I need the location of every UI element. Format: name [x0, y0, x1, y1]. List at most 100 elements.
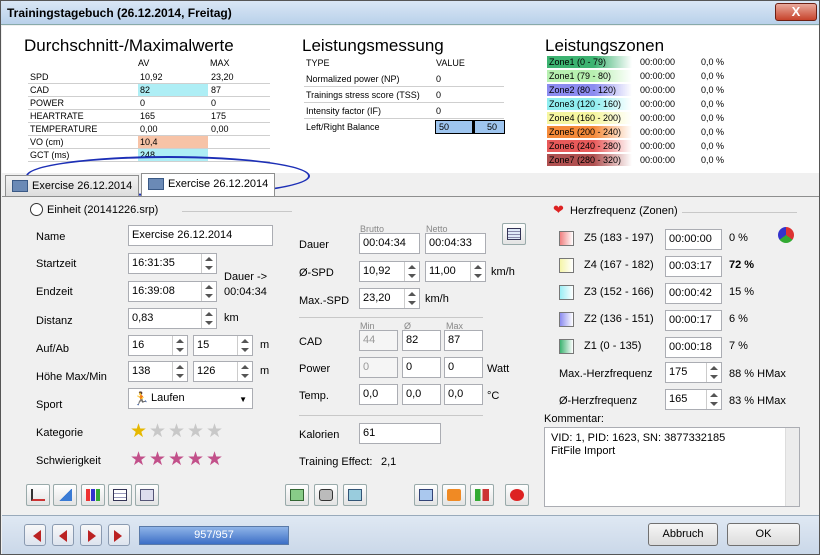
first-record-button[interactable]: [24, 524, 46, 546]
hr-zone-percent: 7 %: [729, 340, 748, 352]
dauer-netto-field[interactable]: 00:04:33: [425, 233, 486, 254]
tab-exercise-1[interactable]: Exercise 26.12.2014: [5, 175, 139, 197]
device-button[interactable]: [314, 484, 338, 506]
first-icon: [33, 530, 41, 542]
star-icon[interactable]: ★: [149, 450, 166, 469]
pie-chart-icon[interactable]: [778, 227, 794, 243]
spinner-icon[interactable]: [201, 254, 215, 273]
start-time-input[interactable]: 16:31:35: [128, 253, 217, 274]
close-button[interactable]: X: [775, 3, 817, 21]
spinner-icon[interactable]: [404, 262, 418, 281]
hr-zone-time[interactable]: 00:00:18: [665, 337, 722, 358]
hr-zone-time[interactable]: 00:00:17: [665, 310, 722, 331]
perf-row-label: Intensity factor (IF): [306, 106, 382, 116]
send-button[interactable]: [343, 484, 367, 506]
spd-label: Ø-SPD: [299, 267, 334, 279]
ascent-input[interactable]: 16: [128, 335, 188, 356]
end-time-input[interactable]: 16:39:08: [128, 281, 217, 302]
avg-hr-input[interactable]: 165: [665, 389, 722, 410]
spinner-icon[interactable]: [237, 336, 251, 355]
star-icon[interactable]: ★: [206, 450, 223, 469]
spinner-icon[interactable]: [237, 362, 251, 381]
star-icon[interactable]: ★: [130, 422, 147, 441]
ok-button[interactable]: OK: [727, 523, 800, 546]
avg-row-label: CAD: [30, 85, 50, 95]
maxspd-input[interactable]: 23,20: [359, 288, 420, 309]
star-icon[interactable]: ★: [130, 450, 147, 469]
delete-button[interactable]: [505, 484, 529, 506]
tab-exercise-2[interactable]: Exercise 26.12.2014: [141, 173, 275, 197]
area-chart-button[interactable]: [53, 484, 77, 506]
line-chart-button[interactable]: [26, 484, 50, 506]
temp-max-field[interactable]: 0,0: [444, 384, 483, 405]
cancel-button[interactable]: Abbruch: [648, 523, 718, 546]
cad-min-field[interactable]: 44: [359, 330, 398, 351]
comment-textarea[interactable]: VID: 1, PID: 1623, SN: 3877332185 FitFil…: [544, 427, 800, 507]
spd-netto-input[interactable]: 11,00: [425, 261, 486, 282]
cad-max-field[interactable]: 87: [444, 330, 483, 351]
max-hr-input[interactable]: 175: [665, 362, 722, 383]
spinner-icon[interactable]: [201, 309, 215, 328]
dauer-brutto-field[interactable]: 00:04:34: [359, 233, 420, 254]
temp-avg-field[interactable]: 0,0: [402, 384, 441, 405]
hr-zone-time[interactable]: 00:00:42: [665, 283, 722, 304]
sport-select[interactable]: 🏃 Laufen ▼: [128, 388, 253, 409]
export-button[interactable]: [135, 484, 159, 506]
spinner-icon[interactable]: [404, 289, 418, 308]
zone-label: Zone1 (79 - 80): [547, 70, 632, 82]
temp-min-field[interactable]: 0,0: [359, 384, 398, 405]
calories-field[interactable]: 61: [359, 423, 441, 444]
dauer-label: Dauer: [299, 239, 329, 251]
comment-line: VID: 1, PID: 1623, SN: 3877332185: [551, 432, 726, 444]
device-icon: [319, 489, 333, 501]
exercise-panel: Einheit (20141226.srp) Name Exercise 26.…: [2, 196, 819, 514]
balance-right: 50: [473, 120, 505, 134]
comment-scrollbar[interactable]: [785, 428, 799, 506]
avg-row-max: 175: [211, 111, 227, 121]
cad-avg-field[interactable]: 82: [402, 330, 441, 351]
spinner-icon[interactable]: [706, 363, 720, 382]
hr-zone-time[interactable]: 00:03:17: [665, 256, 722, 277]
star-icon[interactable]: ★: [149, 422, 166, 441]
spinner-icon[interactable]: [201, 282, 215, 301]
end-label: Endzeit: [36, 286, 73, 298]
spinner-icon[interactable]: [172, 362, 186, 381]
spinner-icon[interactable]: [706, 390, 720, 409]
power-min-field[interactable]: 0: [359, 357, 398, 378]
next-record-button[interactable]: [80, 524, 102, 546]
rss-button[interactable]: [442, 484, 466, 506]
zone-color-swatch: [559, 339, 574, 354]
star-icon[interactable]: ★: [206, 422, 223, 441]
avg-row-av: 10,4: [138, 136, 208, 148]
avg-col-header: AV: [138, 58, 150, 68]
distance-input[interactable]: 0,83: [128, 308, 217, 329]
stats-button[interactable]: [470, 484, 494, 506]
temp-unit: °C: [487, 390, 500, 402]
power-avg-field[interactable]: 0: [402, 357, 441, 378]
height-max-input[interactable]: 138: [128, 361, 188, 382]
hr-zone-percent: 15 %: [729, 286, 755, 298]
spinner-icon[interactable]: [172, 336, 186, 355]
last-record-button[interactable]: [108, 524, 130, 546]
star-icon[interactable]: ★: [168, 450, 185, 469]
spd-brutto-input[interactable]: 10,92: [359, 261, 420, 282]
zone-time: 00:00:00: [640, 155, 676, 165]
previous-record-button[interactable]: [52, 524, 74, 546]
image-button[interactable]: [285, 484, 309, 506]
star-icon[interactable]: ★: [187, 450, 204, 469]
star-icon[interactable]: ★: [168, 422, 185, 441]
notes-button[interactable]: [502, 223, 526, 245]
last-icon: [114, 530, 122, 542]
table-button[interactable]: [108, 484, 132, 506]
bar-chart-button[interactable]: [81, 484, 105, 506]
height-min-input[interactable]: 126: [193, 361, 253, 382]
avg-row-label: TEMPERATURE: [30, 124, 98, 134]
power-max-field[interactable]: 0: [444, 357, 483, 378]
hr-zone-time[interactable]: 00:00:00: [665, 229, 722, 250]
star-icon[interactable]: ★: [187, 422, 204, 441]
row-separator: [304, 102, 504, 103]
spinner-icon[interactable]: [470, 262, 484, 281]
name-input[interactable]: Exercise 26.12.2014: [128, 225, 273, 246]
descent-input[interactable]: 15: [193, 335, 253, 356]
save-button[interactable]: [414, 484, 438, 506]
